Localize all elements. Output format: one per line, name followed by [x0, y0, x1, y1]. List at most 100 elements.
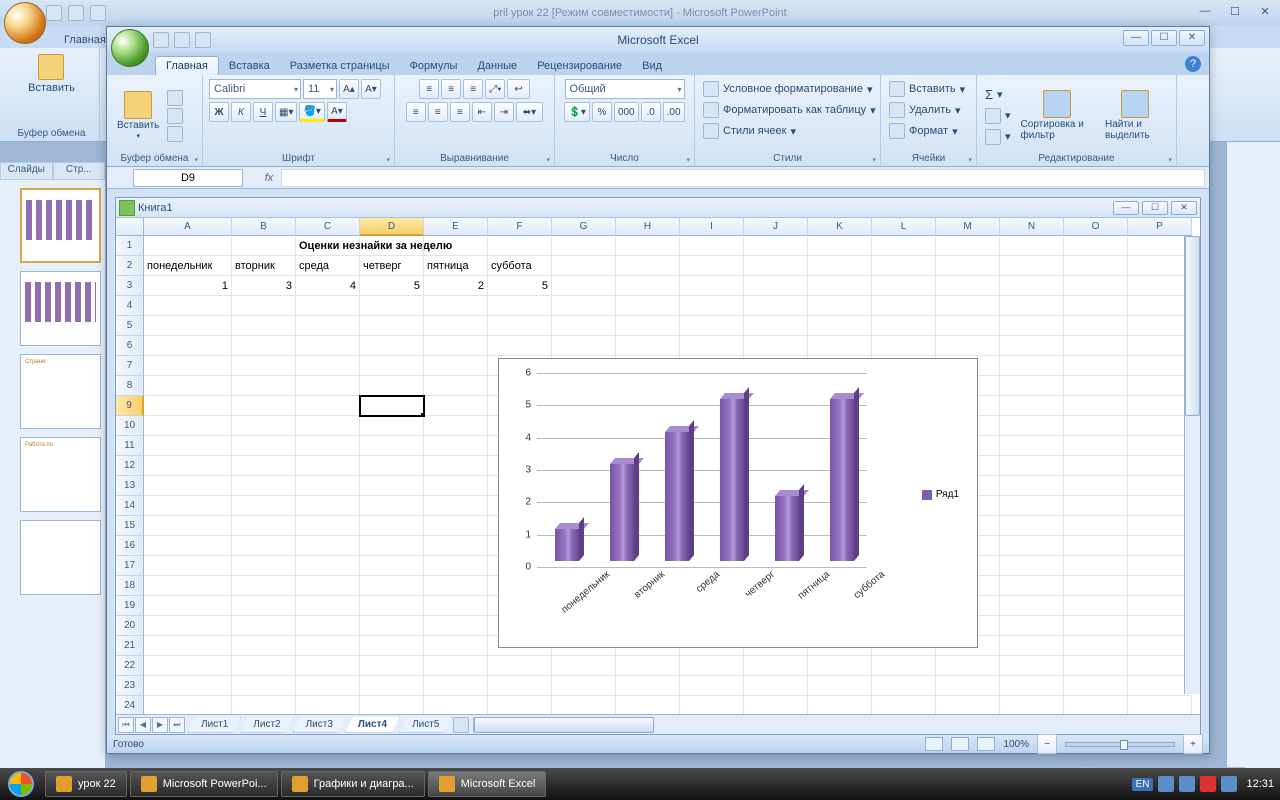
cell[interactable]	[232, 536, 296, 556]
taskbar-item[interactable]: Microsoft Excel	[428, 771, 547, 797]
cell[interactable]	[872, 676, 936, 696]
xl-view-normal[interactable]	[925, 737, 943, 751]
cell[interactable]	[296, 356, 360, 376]
sidetab-outline[interactable]: Стр...	[53, 162, 106, 180]
cell[interactable]	[232, 376, 296, 396]
cell[interactable]	[1000, 536, 1064, 556]
cell[interactable]	[1128, 636, 1192, 656]
cell[interactable]	[144, 616, 232, 636]
cell[interactable]	[360, 616, 424, 636]
row-header-17[interactable]: 17	[116, 556, 144, 576]
cell[interactable]	[296, 436, 360, 456]
cell[interactable]	[1128, 236, 1192, 256]
name-box[interactable]: D9	[133, 169, 243, 187]
cut-icon[interactable]	[167, 90, 183, 106]
cell[interactable]	[1064, 356, 1128, 376]
cell[interactable]	[808, 296, 872, 316]
cell[interactable]	[744, 676, 808, 696]
cell[interactable]	[424, 576, 488, 596]
cell[interactable]	[360, 416, 424, 436]
xl-maximize[interactable]: ☐	[1151, 30, 1177, 46]
cell[interactable]	[232, 696, 296, 714]
cells-format[interactable]: Формат ▾	[887, 121, 960, 141]
row-header-10[interactable]: 10	[116, 416, 144, 436]
cell[interactable]	[144, 336, 232, 356]
sheet-nav-last[interactable]: ⏭	[169, 717, 185, 733]
cell[interactable]: 3	[232, 276, 296, 296]
cell[interactable]	[1128, 336, 1192, 356]
align-center[interactable]: ≡	[428, 102, 448, 122]
cell[interactable]	[872, 276, 936, 296]
cell[interactable]	[144, 656, 232, 676]
cell[interactable]	[424, 456, 488, 476]
cell[interactable]	[616, 676, 680, 696]
cell[interactable]	[296, 336, 360, 356]
row-header-12[interactable]: 12	[116, 456, 144, 476]
xl-zoom-in[interactable]: +	[1183, 734, 1203, 754]
cell[interactable]	[1000, 576, 1064, 596]
cell[interactable]: 5	[488, 276, 552, 296]
cell[interactable]	[360, 356, 424, 376]
cell[interactable]	[808, 656, 872, 676]
cell[interactable]	[1064, 516, 1128, 536]
cell[interactable]	[296, 516, 360, 536]
cell[interactable]	[232, 556, 296, 576]
cell[interactable]	[424, 356, 488, 376]
cell[interactable]: 4	[296, 276, 360, 296]
cell[interactable]	[616, 256, 680, 276]
cell[interactable]	[424, 516, 488, 536]
cell[interactable]	[360, 496, 424, 516]
row-header-19[interactable]: 19	[116, 596, 144, 616]
cell[interactable]	[680, 696, 744, 714]
cell[interactable]	[808, 276, 872, 296]
row-header-3[interactable]: 3	[116, 276, 144, 296]
xl-tab-data[interactable]: Данные	[467, 57, 527, 75]
wb-close[interactable]: ✕	[1171, 201, 1197, 215]
col-header-G[interactable]: G	[552, 218, 616, 236]
comma[interactable]: 000	[614, 102, 639, 122]
cell[interactable]	[360, 556, 424, 576]
cell[interactable]	[680, 316, 744, 336]
cell[interactable]	[360, 516, 424, 536]
tray-icon[interactable]	[1179, 776, 1195, 792]
office-orb-pp[interactable]	[4, 2, 46, 44]
cell[interactable]	[1128, 616, 1192, 636]
cell[interactable]	[936, 296, 1000, 316]
cell[interactable]	[296, 696, 360, 714]
cell[interactable]	[232, 396, 296, 416]
cell[interactable]	[424, 636, 488, 656]
cell[interactable]	[680, 676, 744, 696]
row-header-23[interactable]: 23	[116, 676, 144, 696]
cell[interactable]	[1064, 416, 1128, 436]
cell[interactable]	[1128, 556, 1192, 576]
cell[interactable]	[424, 596, 488, 616]
cell[interactable]	[360, 236, 424, 256]
row-header-5[interactable]: 5	[116, 316, 144, 336]
cell[interactable]	[296, 496, 360, 516]
row-header-6[interactable]: 6	[116, 336, 144, 356]
cell[interactable]	[296, 596, 360, 616]
cell[interactable]	[1064, 596, 1128, 616]
cell[interactable]	[424, 616, 488, 636]
cell[interactable]	[360, 296, 424, 316]
cell[interactable]	[552, 276, 616, 296]
xl-paste-button[interactable]: Вставить▾	[113, 91, 163, 140]
cell[interactable]	[360, 536, 424, 556]
align-bot[interactable]: ≡	[463, 79, 483, 99]
cell[interactable]: пятница	[424, 256, 488, 276]
indent-inc[interactable]: ⇥	[494, 102, 514, 122]
cell[interactable]	[616, 316, 680, 336]
cell[interactable]	[680, 656, 744, 676]
align-right[interactable]: ≡	[450, 102, 470, 122]
cell[interactable]	[232, 236, 296, 256]
cell[interactable]	[424, 696, 488, 714]
autosum[interactable]: Σ ▾	[983, 85, 1013, 105]
cell[interactable]	[808, 236, 872, 256]
cell[interactable]	[232, 596, 296, 616]
cell[interactable]	[360, 636, 424, 656]
cell[interactable]	[1000, 656, 1064, 676]
cell[interactable]	[744, 316, 808, 336]
col-header-I[interactable]: I	[680, 218, 744, 236]
xl-tab-insert[interactable]: Вставка	[219, 57, 280, 75]
cell[interactable]	[936, 236, 1000, 256]
